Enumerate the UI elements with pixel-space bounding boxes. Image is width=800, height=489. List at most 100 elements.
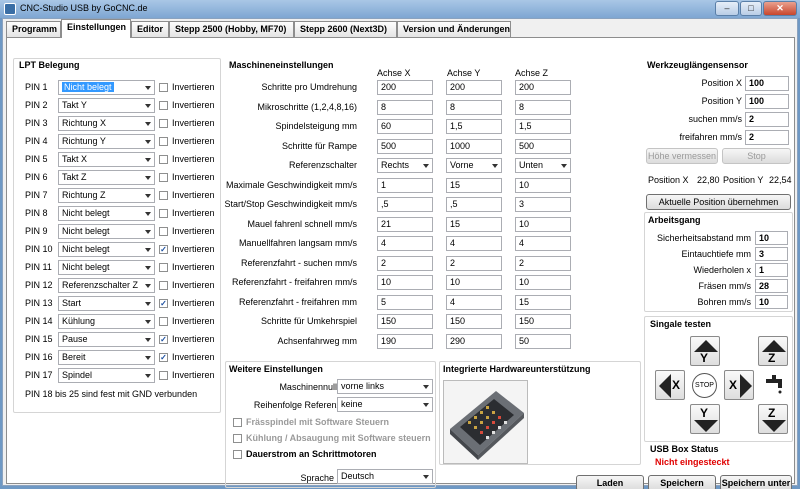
machine-value-input[interactable]: 200 — [377, 80, 433, 95]
machine-value-input[interactable]: 5 — [377, 294, 433, 310]
save-as-button[interactable]: Speichern unter — [720, 475, 792, 489]
machine-value-input[interactable]: 1000 — [446, 138, 502, 154]
machine-value-input[interactable]: 4 — [515, 236, 571, 251]
stop-signal-button[interactable]: STOP — [692, 373, 717, 398]
machine-value-input[interactable]: 2 — [377, 255, 433, 271]
machine-value-input[interactable]: 150 — [377, 314, 433, 329]
machine-value-input[interactable]: 4 — [446, 236, 502, 251]
pin-function-select[interactable]: Kühlung — [58, 314, 155, 329]
work-field-input[interactable]: 28 — [755, 279, 788, 293]
machine-value-input[interactable]: 1,5 — [446, 119, 502, 134]
machine-value-input[interactable]: 10 — [377, 275, 433, 290]
machine-value-input[interactable]: 4 — [446, 294, 502, 310]
axis-z-header: Achse Z — [515, 68, 549, 78]
z-plus-button[interactable]: Z — [758, 336, 788, 366]
pin-function-select[interactable]: Nicht belegt — [58, 260, 155, 275]
close-button[interactable]: ✕ — [763, 1, 797, 16]
machine-value-input[interactable]: 8 — [515, 99, 571, 115]
pin-function-select[interactable]: Takt X — [58, 152, 155, 167]
hw-title: Integrierte Hardwareunterstützung — [443, 364, 591, 374]
machine-value-input[interactable]: 2 — [515, 255, 571, 271]
arrow-left-icon — [659, 374, 671, 398]
tab-stepp-2500[interactable]: Stepp 2500 (Hobby, MF70) — [169, 21, 294, 37]
machine-value-input[interactable]: 3 — [515, 197, 571, 212]
take-position-button[interactable]: Aktuelle Position übernehmen — [646, 194, 791, 210]
machine-value-input[interactable]: 50 — [515, 333, 571, 349]
machine-value-input[interactable]: 1,5 — [515, 119, 571, 134]
machine-value-input[interactable]: 10 — [515, 216, 571, 232]
machine-value-input[interactable]: 500 — [377, 138, 433, 154]
work-field-input[interactable]: 10 — [755, 295, 788, 309]
load-button[interactable]: Laden — [576, 475, 644, 489]
machine-null-select[interactable]: vorne links — [337, 379, 433, 394]
y-plus-button[interactable]: Y — [690, 336, 720, 366]
tool-field-input[interactable]: 100 — [745, 94, 789, 109]
tool-field-input[interactable]: 2 — [745, 112, 789, 127]
machine-value-input[interactable]: 500 — [515, 138, 571, 154]
machine-value-input[interactable]: 15 — [446, 177, 502, 193]
pin-function-select[interactable]: Start — [58, 296, 155, 311]
machine-value-input[interactable]: 150 — [446, 314, 502, 329]
pin-function-select[interactable]: Nicht belegt — [58, 224, 155, 239]
work-field-input[interactable]: 3 — [755, 247, 788, 261]
pin-function-select[interactable]: Richtung Y — [58, 134, 155, 149]
pin-function-select[interactable]: Nicht belegt — [58, 80, 155, 95]
machine-value-input[interactable]: 190 — [377, 333, 433, 349]
x-plus-button[interactable]: X — [724, 370, 754, 400]
tab-editor[interactable]: Editor — [131, 21, 169, 37]
machine-value-input[interactable]: 8 — [446, 99, 502, 115]
pin-function-select[interactable]: Pause — [58, 332, 155, 347]
machine-value-input[interactable]: 200 — [515, 80, 571, 95]
pin-function-select[interactable]: Referenzschalter Z — [58, 278, 155, 293]
machine-value-input[interactable]: 150 — [515, 314, 571, 329]
tool-field-input[interactable]: 100 — [745, 76, 789, 91]
language-select[interactable]: Deutsch — [337, 469, 433, 484]
maximize-button[interactable]: □ — [740, 1, 762, 16]
minimize-button[interactable]: – — [715, 1, 739, 16]
work-field-input[interactable]: 1 — [755, 263, 788, 277]
tab-programm[interactable]: Programm — [6, 21, 61, 37]
tab-einstellungen[interactable]: Einstellungen — [61, 19, 131, 38]
tab-version[interactable]: Version und Änderungen — [397, 21, 511, 37]
save-button[interactable]: Speichern — [648, 475, 716, 489]
ref-switch-select[interactable]: Unten — [515, 158, 571, 173]
pin-function-select[interactable]: Bereit — [58, 350, 155, 365]
work-field-input[interactable]: 10 — [755, 231, 788, 245]
pin-function-select[interactable]: Nicht belegt — [58, 206, 155, 221]
machine-value-input[interactable]: 290 — [446, 333, 502, 349]
pin-function-select[interactable]: Takt Z — [58, 170, 155, 185]
faucet-icon — [766, 375, 782, 394]
pin-function-select[interactable]: Spindel — [58, 368, 155, 383]
pin-function-select[interactable]: Richtung Z — [58, 188, 155, 203]
machine-value-input[interactable]: 15 — [515, 294, 571, 310]
checkbox-box — [159, 263, 168, 272]
pin-function-select[interactable]: Richtung X — [58, 116, 155, 131]
checkbox-box: ✓ — [159, 353, 168, 362]
machine-value-input[interactable]: 21 — [377, 216, 433, 232]
spindle-toggle[interactable] — [763, 372, 787, 396]
machine-value-input[interactable]: 60 — [377, 119, 433, 134]
stop-measure-button[interactable]: Stop — [722, 148, 791, 164]
ref-switch-select[interactable]: Rechts — [377, 158, 433, 173]
machine-value-input[interactable]: 1 — [377, 177, 433, 193]
machine-value-input[interactable]: 8 — [377, 99, 433, 115]
tab-stepp-2600[interactable]: Stepp 2600 (Next3D) — [294, 21, 397, 37]
machine-value-input[interactable]: ,5 — [377, 197, 433, 212]
machine-value-input[interactable]: 200 — [446, 80, 502, 95]
machine-value-input[interactable]: ,5 — [446, 197, 502, 212]
tool-field-input[interactable]: 2 — [745, 130, 789, 145]
pin-function-select[interactable]: Nicht belegt — [58, 242, 155, 257]
x-minus-button[interactable]: X — [655, 370, 685, 400]
machine-value-input[interactable]: 10 — [515, 275, 571, 290]
measure-height-button[interactable]: Höhe vermessen — [646, 148, 718, 164]
machine-value-input[interactable]: 15 — [446, 216, 502, 232]
machine-value-input[interactable]: 10 — [446, 275, 502, 290]
ref-switch-select[interactable]: Vorne — [446, 158, 502, 173]
pin-function-select[interactable]: Takt Y — [58, 98, 155, 113]
y-minus-button[interactable]: Y — [690, 404, 720, 434]
ref-order-select[interactable]: keine — [337, 397, 433, 412]
z-minus-button[interactable]: Z — [758, 404, 788, 434]
machine-value-input[interactable]: 10 — [515, 177, 571, 193]
machine-value-input[interactable]: 2 — [446, 255, 502, 271]
machine-value-input[interactable]: 4 — [377, 236, 433, 251]
